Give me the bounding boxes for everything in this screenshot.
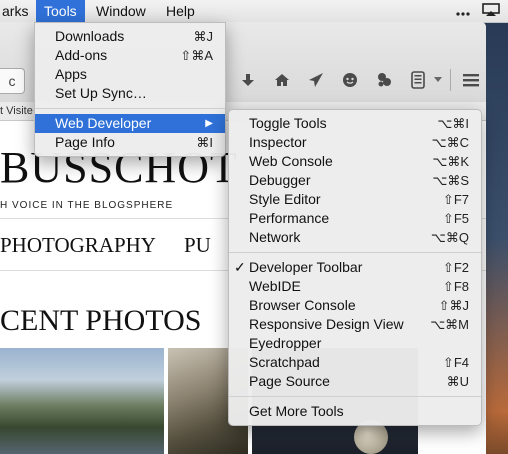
menu-item-browser-console[interactable]: Browser Console ⇧⌘J bbox=[229, 296, 481, 315]
menu-item-label: Web Console bbox=[249, 153, 333, 169]
tools-menu: Downloads ⌘J Add-ons ⇧⌘A Apps Set Up Sync…… bbox=[34, 22, 226, 157]
chat-icon[interactable] bbox=[338, 68, 362, 92]
menu-item-label: Set Up Sync… bbox=[55, 85, 147, 101]
shortcut: ⇧⌘A bbox=[180, 48, 213, 63]
menu-item-label: Browser Console bbox=[249, 297, 356, 313]
menu-item-label: Style Editor bbox=[249, 191, 321, 207]
web-developer-submenu: Toggle Tools ⌥⌘I Inspector ⌥⌘C Web Console… bbox=[228, 109, 482, 426]
site-subtitle: H VOICE IN THE BLOGSPHERE bbox=[0, 200, 174, 211]
shortcut: ⌥⌘M bbox=[430, 317, 469, 332]
shortcut: ⇧F5 bbox=[442, 211, 469, 226]
menu-item-responsive-design-view[interactable]: Responsive Design View ⌥⌘M bbox=[229, 315, 481, 334]
menu-item-sync[interactable]: Set Up Sync… bbox=[35, 84, 225, 103]
menu-item-label: Page Info bbox=[55, 134, 115, 150]
menu-item-page-info[interactable]: Page Info ⌘I bbox=[35, 133, 225, 152]
bookmark-most-visited[interactable]: t Visite bbox=[0, 105, 33, 117]
reload-button[interactable]: c bbox=[0, 68, 25, 94]
menu-item-add-ons[interactable]: Add-ons ⇧⌘A bbox=[35, 46, 225, 65]
menu-separator bbox=[35, 108, 225, 109]
submenu-arrow-icon: ▶ bbox=[205, 118, 213, 129]
menu-item-label: Performance bbox=[249, 210, 330, 226]
menu-item-webide[interactable]: WebIDE ⇧F8 bbox=[229, 277, 481, 296]
menu-item-toggle-tools[interactable]: Toggle Tools ⌥⌘I bbox=[229, 114, 481, 133]
menu-item-web-developer[interactable]: Web Developer ▶ bbox=[35, 114, 225, 133]
menu-item-apps[interactable]: Apps bbox=[35, 65, 225, 84]
menu-item-style-editor[interactable]: Style Editor ⇧F7 bbox=[229, 190, 481, 209]
desktop-background bbox=[484, 22, 508, 454]
shortcut: ⌥⌘S bbox=[432, 173, 469, 188]
shortcut: ⇧F4 bbox=[442, 355, 469, 370]
menubar-bookmarks[interactable]: arks bbox=[0, 0, 36, 22]
shortcut: ⌘I bbox=[196, 135, 213, 150]
toolbar-icons bbox=[236, 68, 486, 92]
shortcut: ⌘U bbox=[446, 374, 469, 389]
nav-photography[interactable]: PHOTOGRAPHY bbox=[0, 233, 156, 257]
menu-item-debugger[interactable]: Debugger ⌥⌘S bbox=[229, 171, 481, 190]
menu-item-downloads[interactable]: Downloads ⌘J bbox=[35, 27, 225, 46]
menu-item-inspector[interactable]: Inspector ⌥⌘C bbox=[229, 133, 481, 152]
menubar-tools[interactable]: Tools bbox=[36, 0, 85, 22]
share-icon[interactable] bbox=[304, 68, 328, 92]
menu-item-label: Get More Tools bbox=[249, 403, 344, 419]
shortcut: ⇧⌘J bbox=[438, 298, 469, 313]
section-heading: CENT PHOTOS bbox=[0, 304, 202, 337]
shortcut: ⌘J bbox=[193, 29, 214, 44]
menu-item-performance[interactable]: Performance ⇧F5 bbox=[229, 209, 481, 228]
chevron-down-icon[interactable] bbox=[432, 68, 444, 92]
shortcut: ⇧F2 bbox=[442, 260, 469, 275]
menubar-help[interactable]: Help bbox=[158, 0, 203, 22]
menu-item-page-source[interactable]: Page Source ⌘U bbox=[229, 372, 481, 391]
menu-item-scratchpad[interactable]: Scratchpad ⇧F4 bbox=[229, 353, 481, 372]
menu-item-eyedropper[interactable]: Eyedropper bbox=[229, 334, 481, 353]
hello-icon[interactable] bbox=[372, 68, 396, 92]
menu-item-label: Debugger bbox=[249, 172, 311, 188]
menu-item-label: Downloads bbox=[55, 28, 125, 44]
menu-item-label: Network bbox=[249, 229, 301, 245]
menu-item-label: Inspector bbox=[249, 134, 307, 150]
site-nav: PHOTOGRAPHY PU bbox=[0, 233, 239, 258]
menu-item-label: Add-ons bbox=[55, 47, 108, 63]
menu-separator bbox=[229, 252, 481, 253]
menu-item-label: Eyedropper bbox=[249, 335, 322, 351]
menu-item-label: Web Developer bbox=[55, 115, 152, 131]
reader-icon[interactable] bbox=[406, 68, 430, 92]
shortcut: ⇧F7 bbox=[442, 192, 469, 207]
airplay-icon[interactable] bbox=[482, 2, 500, 20]
shortcut: ⌥⌘Q bbox=[430, 230, 469, 245]
checkmark-icon: ✓ bbox=[234, 259, 246, 275]
download-icon[interactable] bbox=[236, 68, 260, 92]
menu-item-label: Page Source bbox=[249, 373, 330, 389]
menu-separator bbox=[229, 396, 481, 397]
menubar-window[interactable]: Window bbox=[88, 0, 154, 22]
menu-item-label: Apps bbox=[55, 66, 87, 82]
menu-bar: arks Tools Window Help bbox=[0, 0, 508, 23]
home-icon[interactable] bbox=[270, 68, 294, 92]
shortcut: ⌥⌘K bbox=[432, 154, 469, 169]
menu-item-web-console[interactable]: Web Console ⌥⌘K bbox=[229, 152, 481, 171]
menu-item-label: Scratchpad bbox=[249, 354, 320, 370]
nav-publications[interactable]: PU bbox=[184, 233, 211, 257]
menu-item-get-more-tools[interactable]: Get More Tools bbox=[229, 402, 481, 421]
menu-item-network[interactable]: Network ⌥⌘Q bbox=[229, 228, 481, 247]
photo-thumbnail[interactable] bbox=[0, 348, 164, 454]
menu-icon[interactable] bbox=[459, 68, 483, 92]
menu-item-label: Toggle Tools bbox=[249, 115, 327, 131]
menu-item-label: Responsive Design View bbox=[249, 316, 404, 332]
menu-item-label: Developer Toolbar bbox=[249, 259, 363, 275]
shortcut: ⌥⌘I bbox=[437, 116, 469, 131]
more-dots-icon[interactable] bbox=[456, 4, 470, 19]
menu-item-label: WebIDE bbox=[249, 278, 301, 294]
shortcut: ⌥⌘C bbox=[431, 135, 469, 150]
toolbar-divider bbox=[450, 69, 451, 91]
menu-item-developer-toolbar[interactable]: ✓ Developer Toolbar ⇧F2 bbox=[229, 258, 481, 277]
shortcut: ⇧F8 bbox=[442, 279, 469, 294]
